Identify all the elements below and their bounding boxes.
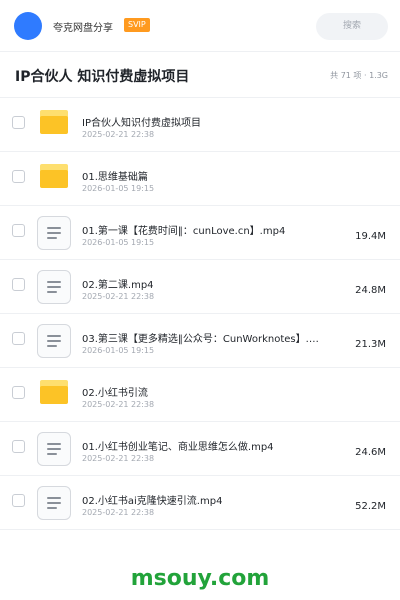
list-item[interactable]: 02.小红书ai克隆快速引流.mp4 2025-02-21 22:38 52.2M — [0, 476, 400, 530]
document-icon — [37, 432, 71, 466]
select-checkbox[interactable] — [12, 494, 25, 507]
document-icon — [37, 324, 71, 358]
list-item[interactable]: 01.思维基础篇 2026-01-05 19:15 — [0, 152, 400, 206]
file-size: 24.8M — [355, 285, 386, 296]
folder-header: IP合伙人 知识付费虚拟项目 共 71 项 · 1.3G — [0, 52, 400, 98]
file-name: 03.第三课【更多精选‖公众号：CunWorknotes】.mp4 — [82, 334, 322, 345]
file-name: 02.小红书引流 — [82, 388, 148, 399]
file-list: IP合伙人知识付费虚拟项目 2025-02-21 22:38 01.思维基础篇 202… — [0, 98, 400, 530]
file-size: 19.4M — [355, 231, 386, 242]
file-date: 2025-02-21 22:38 — [82, 292, 155, 301]
list-item[interactable]: 02.第二课.mp4 2025-02-21 22:38 24.8M — [0, 260, 400, 314]
file-name: 01.第一课【花费时间‖：cunLove.cn】.mp4 — [82, 226, 286, 237]
top-bar: 夸克网盘分享 SVIP 搜索 — [0, 0, 400, 52]
file-size: 52.2M — [355, 501, 386, 512]
list-item[interactable]: 01.第一课【花费时间‖：cunLove.cn】.mp4 2026-01-05 1… — [0, 206, 400, 260]
folder-icon — [40, 110, 68, 134]
file-date: 2025-02-21 22:38 — [82, 454, 155, 463]
search-input[interactable]: 搜索 — [316, 13, 388, 40]
folder-icon — [40, 164, 68, 188]
folder-icon — [40, 380, 68, 404]
avatar[interactable] — [14, 12, 42, 40]
document-icon — [37, 486, 71, 520]
item-count: 共 71 项 · 1.3G — [330, 71, 388, 80]
select-checkbox[interactable] — [12, 116, 25, 129]
svip-badge: SVIP — [124, 18, 150, 32]
select-checkbox[interactable] — [12, 170, 25, 183]
file-date: 2025-02-21 22:38 — [82, 400, 155, 409]
select-checkbox[interactable] — [12, 278, 25, 291]
document-icon — [37, 270, 71, 304]
watermark: msouy.com — [130, 566, 270, 591]
list-item[interactable]: IP合伙人知识付费虚拟项目 2025-02-21 22:38 — [0, 98, 400, 152]
file-name: 02.第二课.mp4 — [82, 280, 154, 291]
list-item[interactable]: 03.第三课【更多精选‖公众号：CunWorknotes】.mp4 2026-01… — [0, 314, 400, 368]
file-date: 2025-02-21 22:38 — [82, 130, 155, 139]
file-size: 21.3M — [355, 339, 386, 350]
select-checkbox[interactable] — [12, 440, 25, 453]
file-date: 2026-01-05 19:15 — [82, 238, 155, 247]
file-date: 2026-01-05 19:15 — [82, 184, 155, 193]
share-label: 夸克网盘分享 — [53, 23, 113, 34]
list-item[interactable]: 01.小红书创业笔记、商业思维怎么做.mp4 2025-02-21 22:38 24… — [0, 422, 400, 476]
document-icon — [37, 216, 71, 250]
file-name: 01.小红书创业笔记、商业思维怎么做.mp4 — [82, 442, 274, 453]
select-checkbox[interactable] — [12, 224, 25, 237]
list-item[interactable]: 02.小红书引流 2025-02-21 22:38 — [0, 368, 400, 422]
file-date: 2026-01-05 19:15 — [82, 346, 155, 355]
file-date: 2025-02-21 22:38 — [82, 508, 155, 517]
page-title: IP合伙人 知识付费虚拟项目 — [15, 69, 190, 85]
file-name: IP合伙人知识付费虚拟项目 — [82, 118, 201, 129]
file-name: 01.思维基础篇 — [82, 172, 148, 183]
file-name: 02.小红书ai克隆快速引流.mp4 — [82, 496, 223, 507]
file-size: 24.6M — [355, 447, 386, 458]
select-checkbox[interactable] — [12, 332, 25, 345]
select-checkbox[interactable] — [12, 386, 25, 399]
